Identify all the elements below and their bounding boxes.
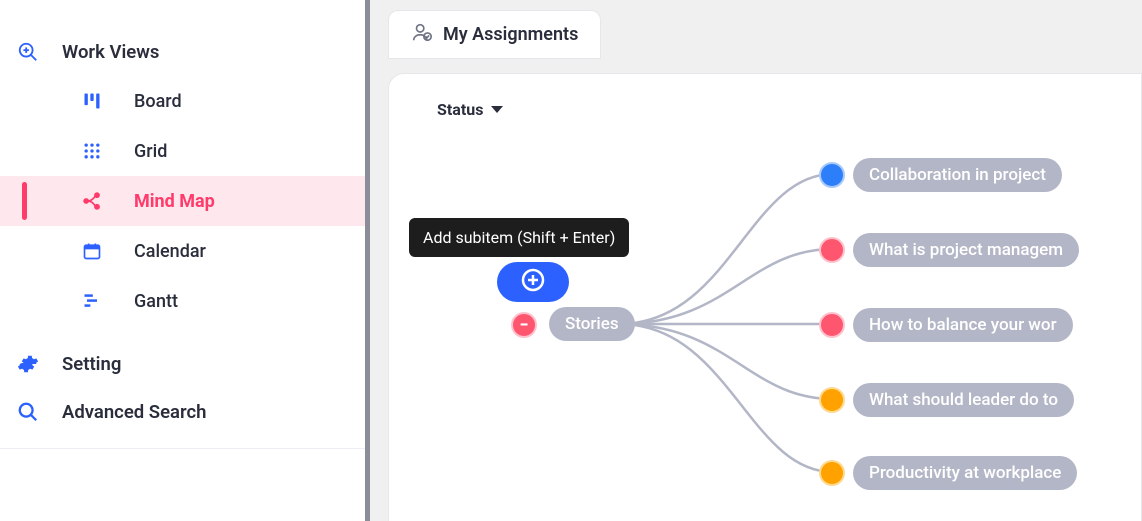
- sidebar-item-label: Gantt: [134, 291, 178, 312]
- mindmap-canvas[interactable]: Status Add subitem (Shift + Enter: [388, 73, 1142, 521]
- board-icon: [80, 89, 104, 113]
- mindmap-child-node[interactable]: Collaboration in project: [853, 158, 1062, 192]
- mindmap-root-node[interactable]: Stories: [549, 307, 635, 341]
- mindmap-child-node[interactable]: Productivity at workplace: [853, 456, 1077, 490]
- work-views-label: Work Views: [62, 41, 159, 63]
- search-zoom-icon: [16, 40, 40, 64]
- person-check-icon: [411, 21, 433, 48]
- grid-icon: [80, 139, 104, 163]
- status-dot[interactable]: [819, 162, 845, 188]
- sidebar-item-label: Advanced Search: [62, 401, 206, 423]
- minus-icon: −: [520, 315, 529, 334]
- search-icon: [16, 400, 40, 424]
- tab-label: My Assignments: [443, 24, 578, 45]
- node-label: Collaboration in project: [869, 165, 1046, 185]
- mindmap-child-node[interactable]: What is project managem: [853, 233, 1079, 267]
- status-dot[interactable]: [819, 460, 845, 486]
- status-dot[interactable]: [819, 237, 845, 263]
- node-label: What should leader do to: [869, 390, 1058, 410]
- sidebar-item-gantt[interactable]: Gantt: [0, 276, 365, 326]
- sidebar-item-label: Calendar: [134, 241, 206, 262]
- tab-bar: My Assignments: [370, 0, 1142, 59]
- tab-my-assignments[interactable]: My Assignments: [388, 10, 601, 59]
- mindmap-child-node[interactable]: What should leader do to: [853, 383, 1074, 417]
- tooltip-add-subitem: Add subitem (Shift + Enter): [409, 218, 629, 257]
- sidebar-item-label: Board: [134, 91, 182, 112]
- mindmap-icon: [80, 189, 104, 213]
- sidebar-item-label: Mind Map: [134, 191, 215, 212]
- add-subitem-button[interactable]: [497, 262, 569, 302]
- mindmap-edges: [389, 74, 1141, 521]
- gear-icon: [16, 352, 40, 376]
- calendar-icon: [80, 239, 104, 263]
- sidebar-item-advanced-search[interactable]: Advanced Search: [0, 388, 365, 436]
- plus-icon: [521, 268, 545, 296]
- work-views-header[interactable]: Work Views: [0, 28, 365, 76]
- node-label: What is project managem: [869, 240, 1063, 260]
- gantt-icon: [80, 289, 104, 313]
- node-label: How to balance your wor: [869, 315, 1057, 335]
- sidebar-item-calendar[interactable]: Calendar: [0, 226, 365, 276]
- sidebar-item-mindmap[interactable]: Mind Map: [0, 176, 365, 226]
- sidebar-item-label: Grid: [134, 141, 167, 162]
- node-label: Stories: [565, 314, 619, 334]
- sidebar-item-setting[interactable]: Setting: [0, 340, 365, 388]
- sidebar-item-board[interactable]: Board: [0, 76, 365, 126]
- sidebar: Work Views Board Grid: [0, 0, 370, 521]
- sidebar-item-grid[interactable]: Grid: [0, 126, 365, 176]
- mindmap-child-node[interactable]: How to balance your wor: [853, 308, 1073, 342]
- node-label: Productivity at workplace: [869, 463, 1061, 483]
- status-dot[interactable]: [819, 312, 845, 338]
- status-dot[interactable]: [819, 387, 845, 413]
- main-area: My Assignments Status: [370, 0, 1142, 521]
- tooltip-text: Add subitem (Shift + Enter): [423, 228, 615, 247]
- sidebar-item-label: Setting: [62, 353, 121, 375]
- collapse-toggle[interactable]: −: [511, 312, 537, 338]
